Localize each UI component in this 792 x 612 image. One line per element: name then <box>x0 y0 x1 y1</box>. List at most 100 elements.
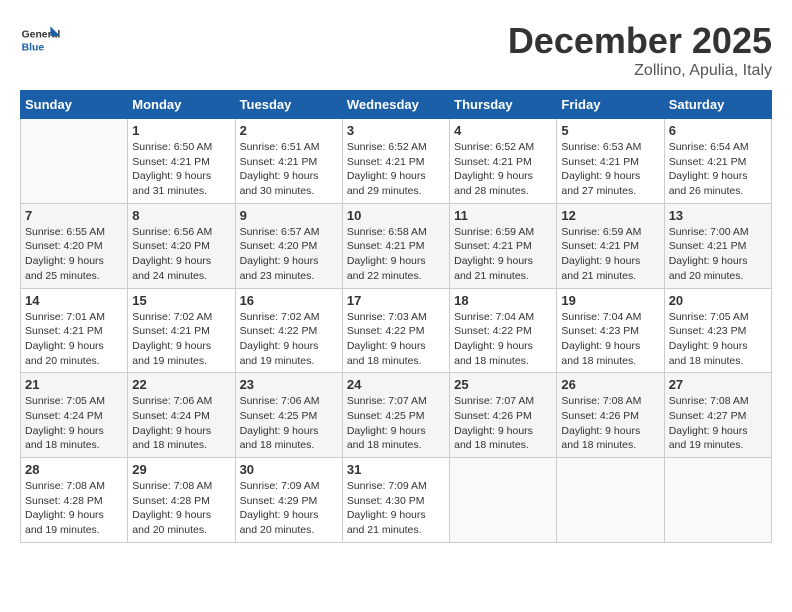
calendar-cell: 11 Sunrise: 6:59 AMSunset: 4:21 PMDayligh… <box>450 203 557 288</box>
day-info: Sunrise: 6:52 AMSunset: 4:21 PMDaylight:… <box>347 140 445 199</box>
day-number: 1 <box>132 123 230 138</box>
day-info: Sunrise: 6:51 AMSunset: 4:21 PMDaylight:… <box>240 140 338 199</box>
day-info: Sunrise: 6:59 AMSunset: 4:21 PMDaylight:… <box>454 225 552 284</box>
day-number: 28 <box>25 462 123 477</box>
day-number: 2 <box>240 123 338 138</box>
day-info: Sunrise: 7:09 AMSunset: 4:30 PMDaylight:… <box>347 479 445 538</box>
calendar-cell: 24 Sunrise: 7:07 AMSunset: 4:25 PMDayligh… <box>342 373 449 458</box>
day-info: Sunrise: 7:06 AMSunset: 4:24 PMDaylight:… <box>132 394 230 453</box>
day-number: 25 <box>454 377 552 392</box>
day-info: Sunrise: 7:08 AMSunset: 4:27 PMDaylight:… <box>669 394 767 453</box>
calendar-cell: 6 Sunrise: 6:54 AMSunset: 4:21 PMDaylight… <box>664 119 771 204</box>
day-info: Sunrise: 6:55 AMSunset: 4:20 PMDaylight:… <box>25 225 123 284</box>
weekday-header: Tuesday <box>235 91 342 119</box>
calendar-cell: 10Sunrise: 6:58 AMSunset: 4:21 PMDayligh… <box>342 203 449 288</box>
day-number: 19 <box>561 293 659 308</box>
day-number: 20 <box>669 293 767 308</box>
day-number: 14 <box>25 293 123 308</box>
day-info: Sunrise: 6:58 AMSunset: 4:21 PMDaylight:… <box>347 225 445 284</box>
location-title: Zollino, Apulia, Italy <box>508 62 772 80</box>
calendar-cell <box>664 458 771 543</box>
calendar-cell <box>557 458 664 543</box>
day-info: Sunrise: 6:59 AMSunset: 4:21 PMDaylight:… <box>561 225 659 284</box>
calendar-cell: 17 Sunrise: 7:03 AMSunset: 4:22 PMDayligh… <box>342 288 449 373</box>
day-number: 17 <box>347 293 445 308</box>
calendar-cell: 25 Sunrise: 7:07 AMSunset: 4:26 PMDayligh… <box>450 373 557 458</box>
svg-text:Blue: Blue <box>22 42 45 53</box>
calendar-cell: 21Sunrise: 7:05 AMSunset: 4:24 PMDayligh… <box>21 373 128 458</box>
day-number: 30 <box>240 462 338 477</box>
day-info: Sunrise: 7:08 AMSunset: 4:28 PMDaylight:… <box>132 479 230 538</box>
calendar-cell: 16Sunrise: 7:02 AMSunset: 4:22 PMDayligh… <box>235 288 342 373</box>
month-title: December 2025 <box>508 20 772 62</box>
calendar-cell: 19 Sunrise: 7:04 AMSunset: 4:23 PMDayligh… <box>557 288 664 373</box>
day-info: Sunrise: 7:08 AMSunset: 4:28 PMDaylight:… <box>25 479 123 538</box>
day-info: Sunrise: 6:54 AMSunset: 4:21 PMDaylight:… <box>669 140 767 199</box>
calendar-table: SundayMondayTuesdayWednesdayThursdayFrid… <box>20 90 772 543</box>
day-info: Sunrise: 7:00 AMSunset: 4:21 PMDaylight:… <box>669 225 767 284</box>
calendar-cell <box>21 119 128 204</box>
day-number: 26 <box>561 377 659 392</box>
day-info: Sunrise: 7:02 AMSunset: 4:21 PMDaylight:… <box>132 310 230 369</box>
day-info: Sunrise: 7:07 AMSunset: 4:26 PMDaylight:… <box>454 394 552 453</box>
day-info: Sunrise: 6:53 AMSunset: 4:21 PMDaylight:… <box>561 140 659 199</box>
day-number: 15 <box>132 293 230 308</box>
day-number: 4 <box>454 123 552 138</box>
calendar-cell: 20 Sunrise: 7:05 AMSunset: 4:23 PMDayligh… <box>664 288 771 373</box>
day-info: Sunrise: 6:50 AMSunset: 4:21 PMDaylight:… <box>132 140 230 199</box>
weekday-header: Wednesday <box>342 91 449 119</box>
day-info: Sunrise: 7:03 AMSunset: 4:22 PMDaylight:… <box>347 310 445 369</box>
day-info: Sunrise: 7:01 AMSunset: 4:21 PMDaylight:… <box>25 310 123 369</box>
weekday-header: Sunday <box>21 91 128 119</box>
logo: General Blue <box>20 20 64 60</box>
day-number: 5 <box>561 123 659 138</box>
day-number: 3 <box>347 123 445 138</box>
day-info: Sunrise: 7:07 AMSunset: 4:25 PMDaylight:… <box>347 394 445 453</box>
calendar-cell: 22 Sunrise: 7:06 AMSunset: 4:24 PMDayligh… <box>128 373 235 458</box>
day-number: 8 <box>132 208 230 223</box>
calendar-cell: 8Sunrise: 6:56 AMSunset: 4:20 PMDaylight… <box>128 203 235 288</box>
calendar-cell: 3 Sunrise: 6:52 AMSunset: 4:21 PMDaylight… <box>342 119 449 204</box>
calendar-cell: 30 Sunrise: 7:09 AMSunset: 4:29 PMDayligh… <box>235 458 342 543</box>
day-number: 9 <box>240 208 338 223</box>
logo-icon: General Blue <box>20 20 60 60</box>
calendar-week-row: 7 Sunrise: 6:55 AMSunset: 4:20 PMDaylight… <box>21 203 772 288</box>
page-header: General Blue December 2025 Zollino, Apul… <box>20 20 772 80</box>
day-number: 11 <box>454 208 552 223</box>
weekday-header-row: SundayMondayTuesdayWednesdayThursdayFrid… <box>21 91 772 119</box>
calendar-cell: 12 Sunrise: 6:59 AMSunset: 4:21 PMDayligh… <box>557 203 664 288</box>
weekday-header: Friday <box>557 91 664 119</box>
day-number: 22 <box>132 377 230 392</box>
calendar-cell: 9 Sunrise: 6:57 AMSunset: 4:20 PMDaylight… <box>235 203 342 288</box>
weekday-header: Thursday <box>450 91 557 119</box>
calendar-cell: 29 Sunrise: 7:08 AMSunset: 4:28 PMDayligh… <box>128 458 235 543</box>
day-number: 23 <box>240 377 338 392</box>
day-number: 12 <box>561 208 659 223</box>
day-info: Sunrise: 6:52 AMSunset: 4:21 PMDaylight:… <box>454 140 552 199</box>
day-number: 16 <box>240 293 338 308</box>
day-info: Sunrise: 7:04 AMSunset: 4:23 PMDaylight:… <box>561 310 659 369</box>
calendar-cell: 18Sunrise: 7:04 AMSunset: 4:22 PMDayligh… <box>450 288 557 373</box>
weekday-header: Monday <box>128 91 235 119</box>
calendar-cell: 13Sunrise: 7:00 AMSunset: 4:21 PMDayligh… <box>664 203 771 288</box>
calendar-cell: 27 Sunrise: 7:08 AMSunset: 4:27 PMDayligh… <box>664 373 771 458</box>
calendar-week-row: 1 Sunrise: 6:50 AMSunset: 4:21 PMDaylight… <box>21 119 772 204</box>
day-info: Sunrise: 6:57 AMSunset: 4:20 PMDaylight:… <box>240 225 338 284</box>
calendar-cell: 31Sunrise: 7:09 AMSunset: 4:30 PMDayligh… <box>342 458 449 543</box>
day-number: 29 <box>132 462 230 477</box>
day-number: 24 <box>347 377 445 392</box>
calendar-cell: 14 Sunrise: 7:01 AMSunset: 4:21 PMDayligh… <box>21 288 128 373</box>
calendar-cell: 2 Sunrise: 6:51 AMSunset: 4:21 PMDaylight… <box>235 119 342 204</box>
day-info: Sunrise: 7:09 AMSunset: 4:29 PMDaylight:… <box>240 479 338 538</box>
day-number: 6 <box>669 123 767 138</box>
calendar-cell: 1 Sunrise: 6:50 AMSunset: 4:21 PMDaylight… <box>128 119 235 204</box>
day-info: Sunrise: 7:06 AMSunset: 4:25 PMDaylight:… <box>240 394 338 453</box>
day-info: Sunrise: 7:05 AMSunset: 4:23 PMDaylight:… <box>669 310 767 369</box>
day-number: 18 <box>454 293 552 308</box>
calendar-cell: 28 Sunrise: 7:08 AMSunset: 4:28 PMDayligh… <box>21 458 128 543</box>
calendar-cell <box>450 458 557 543</box>
calendar-week-row: 28 Sunrise: 7:08 AMSunset: 4:28 PMDayligh… <box>21 458 772 543</box>
day-number: 27 <box>669 377 767 392</box>
day-number: 7 <box>25 208 123 223</box>
day-number: 21 <box>25 377 123 392</box>
